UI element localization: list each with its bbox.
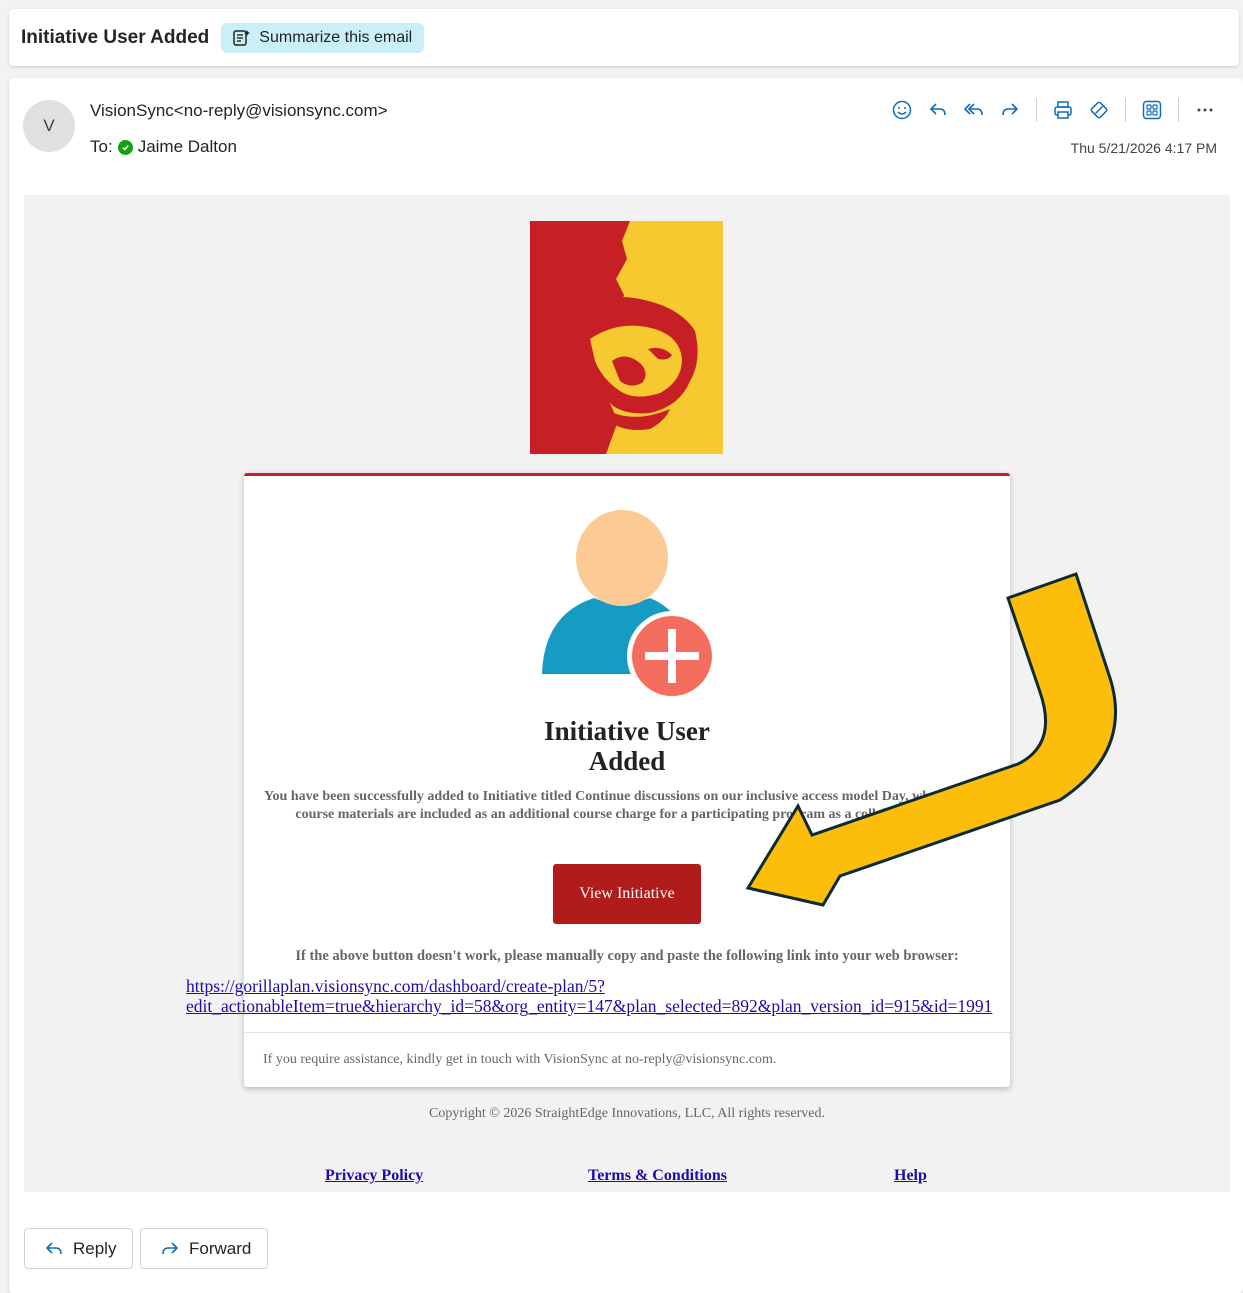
sender-avatar[interactable]: V: [23, 100, 75, 152]
summarize-button[interactable]: Summarize this email: [221, 22, 425, 53]
forward-icon: [162, 1241, 179, 1254]
emoji-button[interactable]: [887, 95, 917, 125]
forward-label: Forward: [189, 1238, 252, 1258]
sender-email: <no-reply@visionsync.com>: [173, 101, 388, 120]
assistance-text: If you require assistance, kindly get in…: [263, 1052, 777, 1067]
toolbar-separator: [1178, 98, 1179, 122]
forward-button[interactable]: Forward: [140, 1228, 269, 1269]
reply-all-icon: [963, 103, 983, 116]
privacy-policy-link[interactable]: Privacy Policy: [325, 1167, 423, 1185]
immersive-reader-button[interactable]: [1084, 95, 1114, 125]
manual-initiative-link[interactable]: https://gorillaplan.visionsync.com/dashb…: [186, 976, 1096, 1016]
message-card: V VisionSync<no-reply@visionsync.com> To…: [9, 78, 1243, 1293]
help-link[interactable]: Help: [894, 1167, 927, 1185]
card-divider: [244, 1032, 1010, 1033]
apps-button[interactable]: [1137, 95, 1167, 125]
presence-available-icon: [117, 139, 133, 155]
forward-icon: [1002, 103, 1019, 116]
apps-icon: [1142, 100, 1162, 120]
terms-conditions-link[interactable]: Terms & Conditions: [588, 1167, 727, 1185]
more-icon: [1197, 108, 1213, 112]
reply-toolbar-button[interactable]: [923, 95, 953, 125]
message-toolbar: [884, 95, 1223, 125]
notification-card: Initiative User Added You have been succ…: [186, 473, 1010, 1087]
print-icon: [1054, 101, 1072, 119]
immersive-reader-icon: [1090, 101, 1108, 119]
reply-all-toolbar-button[interactable]: [959, 95, 989, 125]
manual-link-note: If the above button doesn't work, please…: [295, 948, 959, 964]
toolbar-separator: [1036, 98, 1037, 122]
view-initiative-button[interactable]: View Initiative: [553, 864, 701, 924]
forward-toolbar-button[interactable]: [995, 95, 1025, 125]
gorilla-logo: [530, 221, 723, 454]
toolbar-separator: [1125, 98, 1126, 122]
reply-button[interactable]: Reply: [24, 1228, 134, 1269]
sender-name: VisionSync: [90, 101, 174, 120]
email-body: Initiative User Added You have been succ…: [24, 195, 1230, 1192]
card-description: You have been successfully added to Init…: [264, 789, 990, 822]
recipient-name[interactable]: Jaime Dalton: [138, 137, 237, 157]
print-button[interactable]: [1048, 95, 1078, 125]
copyright-text: Copyright © 2026 StraightEdge Innovation…: [429, 1106, 825, 1121]
recipient-line: To: Jaime Dalton: [90, 137, 237, 157]
summarize-icon: [233, 29, 251, 46]
subject-title: Initiative User Added: [21, 26, 210, 48]
message-timestamp: Thu 5/21/2026 4:17 PM: [1070, 140, 1217, 156]
subject-bar: Initiative User Added Summarize this ema…: [9, 9, 1239, 66]
reply-label: Reply: [73, 1238, 117, 1258]
summarize-label: Summarize this email: [259, 28, 413, 46]
sender-line[interactable]: VisionSync<no-reply@visionsync.com>: [90, 101, 388, 121]
add-user-icon: [542, 510, 716, 701]
reply-icon: [929, 103, 946, 116]
emoji-icon: [892, 100, 912, 120]
card-title: Initiative User Added: [544, 716, 710, 776]
more-actions-button[interactable]: [1190, 95, 1220, 125]
reply-icon: [45, 1241, 62, 1254]
to-label: To:: [90, 137, 113, 156]
